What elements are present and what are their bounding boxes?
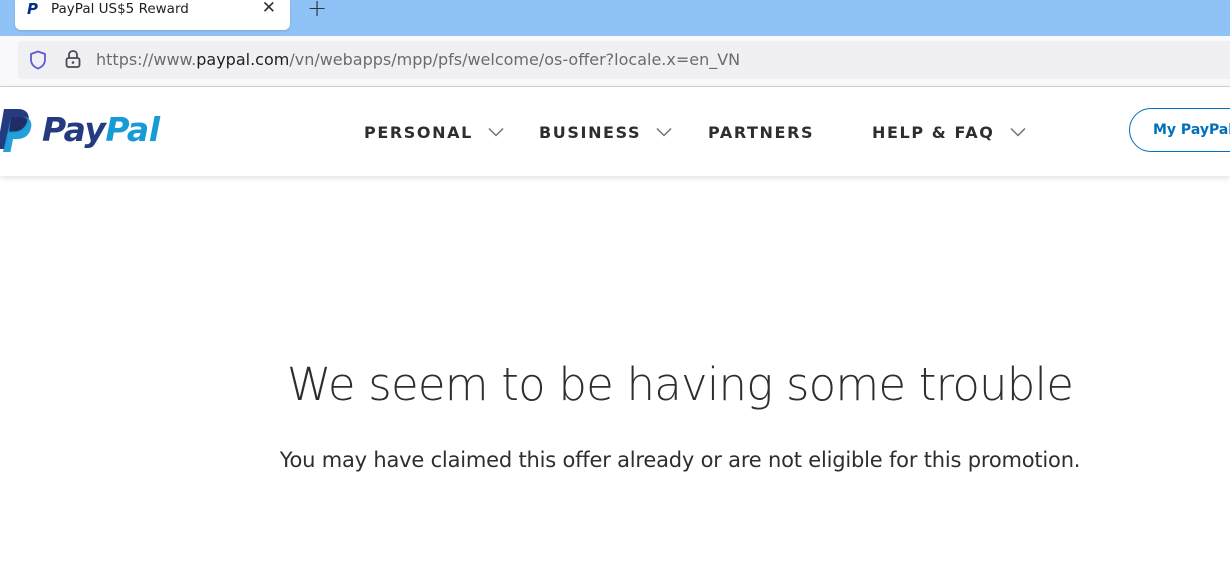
my-paypal-button[interactable]: My PayPal xyxy=(1129,108,1230,152)
paypal-favicon-icon: P xyxy=(27,0,38,18)
url-prefix: https://www. xyxy=(96,50,197,69)
url-domain: paypal.com xyxy=(196,50,290,69)
nav-business-label: BUSINESS xyxy=(539,123,642,142)
site-header: PayPal PERSONAL BUSINESS PARTNERS HELP &… xyxy=(0,87,1230,176)
nav-personal-label: PERSONAL xyxy=(364,123,473,142)
url-text[interactable]: https://www.paypal.com/vn/webapps/mpp/pf… xyxy=(96,41,740,79)
tracking-shield-icon[interactable] xyxy=(28,50,48,70)
nav-help-label: HELP & FAQ xyxy=(872,123,995,142)
new-tab-button[interactable]: + xyxy=(307,0,327,21)
logo-pay: Pay xyxy=(42,110,106,149)
tab-title: PayPal US$5 Reward xyxy=(51,1,189,17)
nav-partners[interactable]: PARTNERS xyxy=(708,87,814,176)
address-bar[interactable]: https://www.paypal.com/vn/webapps/mpp/pf… xyxy=(18,41,1230,79)
paypal-mark-icon xyxy=(0,109,32,152)
browser-tabstrip: P PayPal US$5 Reward ✕ + xyxy=(0,0,1230,36)
chevron-down-icon xyxy=(1010,127,1026,137)
nav-personal[interactable]: PERSONAL xyxy=(364,87,504,176)
url-path: /vn/webapps/mpp/pfs/welcome/os-offer?loc… xyxy=(289,50,741,69)
browser-toolbar: https://www.paypal.com/vn/webapps/mpp/pf… xyxy=(0,36,1230,87)
paypal-wordmark: PayPal xyxy=(42,110,160,150)
chevron-down-icon xyxy=(488,127,504,137)
nav-help-faq[interactable]: HELP & FAQ xyxy=(872,87,1026,176)
nav-business[interactable]: BUSINESS xyxy=(539,87,672,176)
browser-tab[interactable]: P PayPal US$5 Reward ✕ xyxy=(15,0,290,30)
close-tab-icon[interactable]: ✕ xyxy=(262,0,276,18)
logo-pal: Pal xyxy=(105,110,160,149)
chevron-down-icon xyxy=(656,127,672,137)
lock-icon[interactable] xyxy=(64,49,82,69)
error-detail: You may have claimed this offer already … xyxy=(279,448,1081,472)
error-headline: We seem to be having some trouble xyxy=(286,358,1074,411)
my-paypal-label: My PayPal xyxy=(1153,122,1230,138)
nav-partners-label: PARTNERS xyxy=(708,123,815,142)
